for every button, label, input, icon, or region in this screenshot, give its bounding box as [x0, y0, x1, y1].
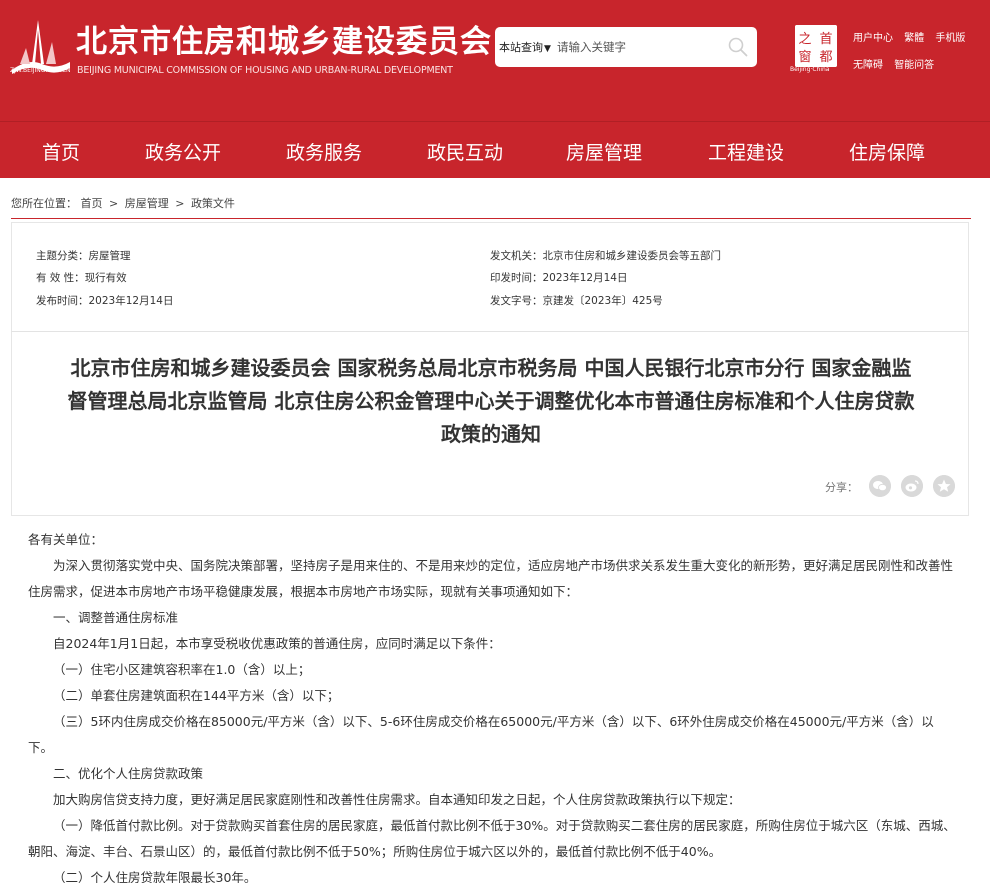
section-heading: 二、优化个人住房贷款政策: [53, 766, 204, 781]
search-scope-select[interactable]: 本站查询▼: [499, 39, 551, 55]
capital-caption: Beijing·China: [790, 66, 830, 73]
capital-window-logo-icon[interactable]: 之 首 窗 都: [795, 25, 837, 67]
search-input[interactable]: [557, 34, 717, 60]
info-category-value: 房屋管理: [88, 250, 131, 262]
breadcrumb-item-home[interactable]: 首页: [81, 197, 103, 210]
breadcrumb-separator: >: [175, 197, 185, 210]
wechat-icon[interactable]: [869, 475, 891, 497]
info-validity-value: 现行有效: [84, 272, 127, 284]
info-doc-number-label: 发文字号：: [490, 295, 543, 307]
top-links-row2: 无障碍 智能问答: [853, 56, 942, 71]
section-heading: 一、调整普通住房标准: [53, 610, 179, 625]
breadcrumb-item-housing[interactable]: 房屋管理: [125, 197, 169, 210]
nav-item-home[interactable]: 首页: [42, 138, 80, 165]
info-category: 主题分类：房屋管理: [36, 248, 131, 263]
nav-item-housing-management[interactable]: 房屋管理: [566, 138, 642, 165]
chevron-down-icon: ▼: [544, 44, 551, 54]
document-info-panel: 主题分类：房屋管理 有 效 性：现行有效 发布时间：2023年12月14日 发文…: [11, 222, 969, 332]
info-issuer: 发文机关：北京市住房和城乡建设委员会等五部门: [490, 248, 721, 263]
info-print-date-label: 印发时间：: [490, 272, 543, 284]
article-title-line: 北京市住房和城乡建设委员会 国家税务总局北京市税务局 中国人民银行北京市分行 国…: [70, 356, 912, 380]
article-title-line: 督管理总局北京监管局 北京住房公积金管理中心关于调整优化本市普通住房标准和个人住…: [67, 389, 915, 413]
traditional-chinese-link[interactable]: 繁體: [904, 33, 924, 44]
svg-text:都: 都: [819, 50, 832, 65]
qzone-icon[interactable]: [933, 475, 955, 497]
nav-item-public-interaction[interactable]: 政民互动: [427, 138, 503, 165]
article-title: 北京市住房和城乡建设委员会 国家税务总局北京市税务局 中国人民银行北京市分行 国…: [12, 352, 970, 451]
user-center-link[interactable]: 用户中心: [853, 33, 893, 44]
article-body: 各有关单位： 为深入贯彻落实党中央、国务院决策部署，坚持房子是用来住的、不是用来…: [28, 527, 958, 883]
info-print-date: 印发时间：2023年12月14日: [490, 270, 627, 285]
nav-item-housing-security[interactable]: 住房保障: [849, 138, 925, 165]
top-links-row1: 用户中心 繁體 手机版: [853, 29, 973, 44]
breadcrumb-divider: [11, 218, 971, 219]
main-nav: 首页 政务公开 政务服务 政民互动 房屋管理 工程建设 住房保障: [0, 121, 990, 178]
share-label: 分享：: [825, 481, 858, 494]
search-icon[interactable]: [727, 36, 749, 58]
breadcrumb-separator: >: [109, 197, 119, 210]
site-header: ZJW.BEIJING.GOV.CN 北京市住房和城乡建设委员会 BEIJING…: [0, 0, 990, 121]
list-item: （一）降低首付款比例。对于贷款购买首套住房的居民家庭，最低首付款比例不低于30%…: [28, 818, 956, 859]
site-subtitle: BEIJING MUNICIPAL COMMISSION OF HOUSING …: [77, 65, 453, 76]
accessibility-link[interactable]: 无障碍: [853, 60, 883, 71]
body-paragraph: 自2024年1月1日起，本市享受税收优惠政策的普通住房，应同时满足以下条件：: [53, 636, 501, 651]
info-issuer-label: 发文机关：: [490, 250, 543, 262]
list-item: （二）单套住房建筑面积在144平方米（含）以下；: [53, 688, 340, 703]
mobile-version-link[interactable]: 手机版: [935, 33, 965, 44]
nav-item-government-affairs[interactable]: 政务公开: [145, 138, 221, 165]
info-doc-number-value: 京建发〔2023年〕425号: [542, 295, 663, 307]
info-validity: 有 效 性：现行有效: [36, 270, 127, 285]
list-item: （一）住宅小区建筑容积率在1.0（含）以上；: [53, 662, 311, 677]
list-item: （二）个人住房贷款年限最长30年。: [53, 870, 257, 883]
logo-domain: ZJW.BEIJING.GOV.CN: [10, 67, 71, 74]
article-title-line: 政策的通知: [441, 422, 541, 446]
article-header: 北京市住房和城乡建设委员会 国家税务总局北京市税务局 中国人民银行北京市分行 国…: [11, 331, 969, 516]
site-title[interactable]: 北京市住房和城乡建设委员会: [76, 16, 492, 61]
info-validity-label: 有 效 性：: [36, 272, 85, 284]
breadcrumb-prefix: 您所在位置：: [11, 197, 77, 210]
breadcrumb-item-policy[interactable]: 政策文件: [191, 197, 235, 210]
info-doc-number: 发文字号：京建发〔2023年〕425号: [490, 293, 663, 308]
list-item: （三）5环内住房成交价格在85000元/平方米（含）以下、5-6环住房成交价格在…: [28, 714, 934, 755]
nav-item-construction[interactable]: 工程建设: [708, 138, 784, 165]
search-box: 本站查询▼: [495, 27, 757, 67]
svg-text:之: 之: [798, 32, 811, 47]
body-paragraph: 加大购房信贷支持力度，更好满足居民家庭刚性和改善性住房需求。自本通知印发之日起，…: [53, 792, 741, 807]
svg-text:窗: 窗: [798, 49, 811, 65]
info-published: 发布时间：2023年12月14日: [36, 293, 173, 308]
body-paragraph: 为深入贯彻落实党中央、国务院决策部署，坚持房子是用来住的、不是用来炒的定位，适应…: [28, 558, 954, 599]
smart-qa-link[interactable]: 智能问答: [894, 60, 934, 71]
weibo-icon[interactable]: [901, 475, 923, 497]
salutation: 各有关单位：: [28, 532, 104, 547]
info-published-value: 2023年12月14日: [88, 295, 174, 307]
nav-item-government-services[interactable]: 政务服务: [286, 138, 362, 165]
info-published-label: 发布时间：: [36, 295, 89, 307]
svg-text:首: 首: [819, 32, 832, 47]
info-issuer-value: 北京市住房和城乡建设委员会等五部门: [542, 250, 722, 262]
info-category-label: 主题分类：: [36, 250, 89, 262]
info-print-date-value: 2023年12月14日: [542, 272, 628, 284]
breadcrumb: 您所在位置： 首页 > 房屋管理 > 政策文件: [11, 195, 235, 211]
search-scope-label: 本站查询: [499, 41, 543, 54]
